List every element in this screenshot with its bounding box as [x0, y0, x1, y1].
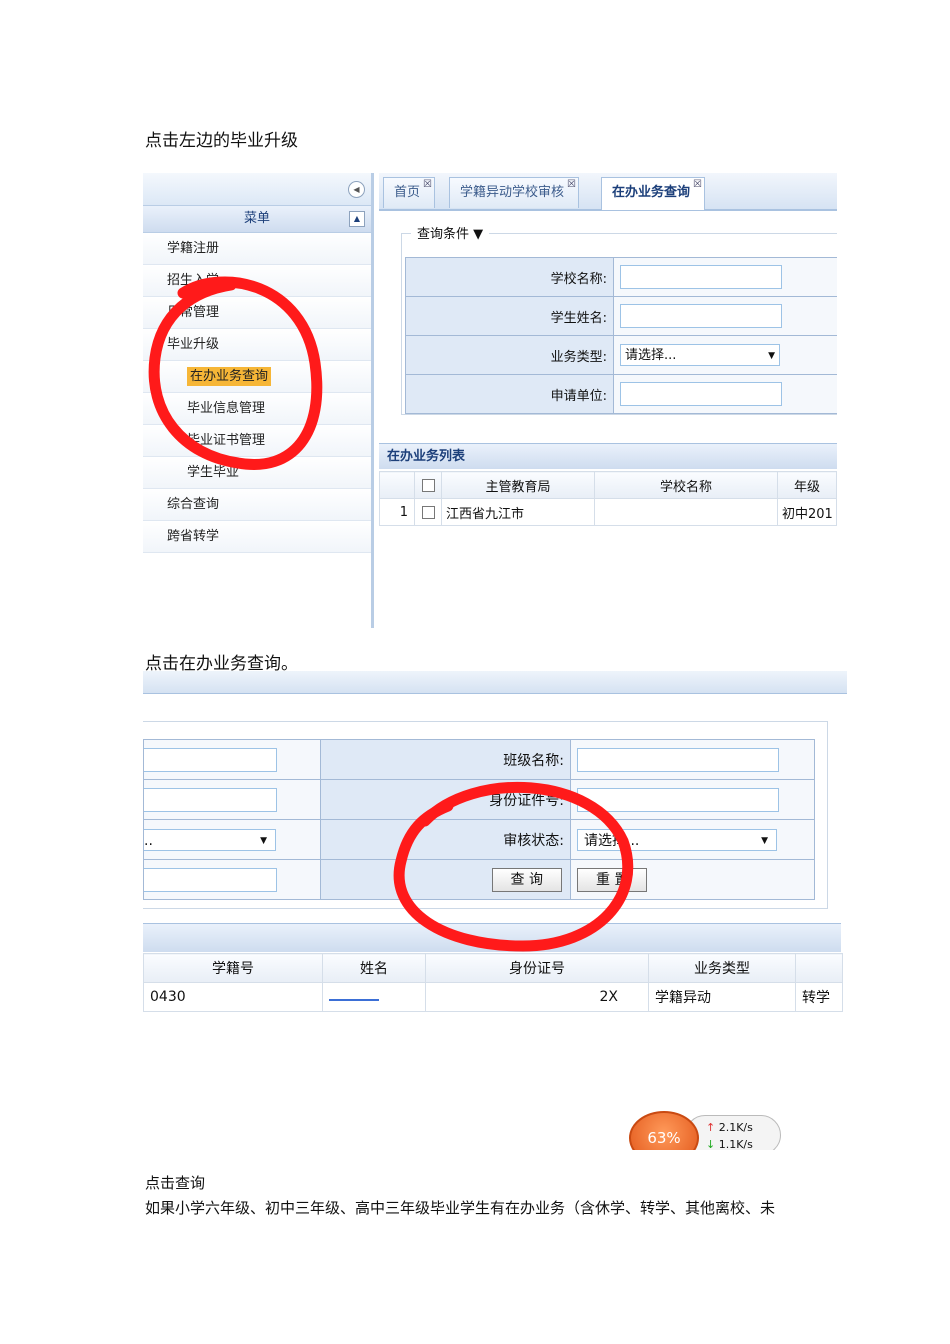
- screenshot-menu: ◀ 菜单 ▲ 学籍注册 招生入学 日常管理 毕业升级 在办业务查询 毕业信息管理…: [143, 173, 837, 628]
- red-circle-annotation-2: [393, 781, 634, 952]
- caption-click-graduation: 点击左边的毕业升级: [145, 131, 298, 151]
- screenshot-query: 班级名称: 身份证件号: .. ▼ 审核状态: 请选择... ▼ 查 询 重 置 学…: [143, 671, 847, 1150]
- caption-click-query: 点击查询: [145, 1174, 206, 1192]
- caption-note: 如果小学六年级、初中三年级、高中三年级毕业学生有在办业务（含休学、转学、其他离校…: [145, 1199, 776, 1217]
- red-circle-annotation: [148, 276, 323, 470]
